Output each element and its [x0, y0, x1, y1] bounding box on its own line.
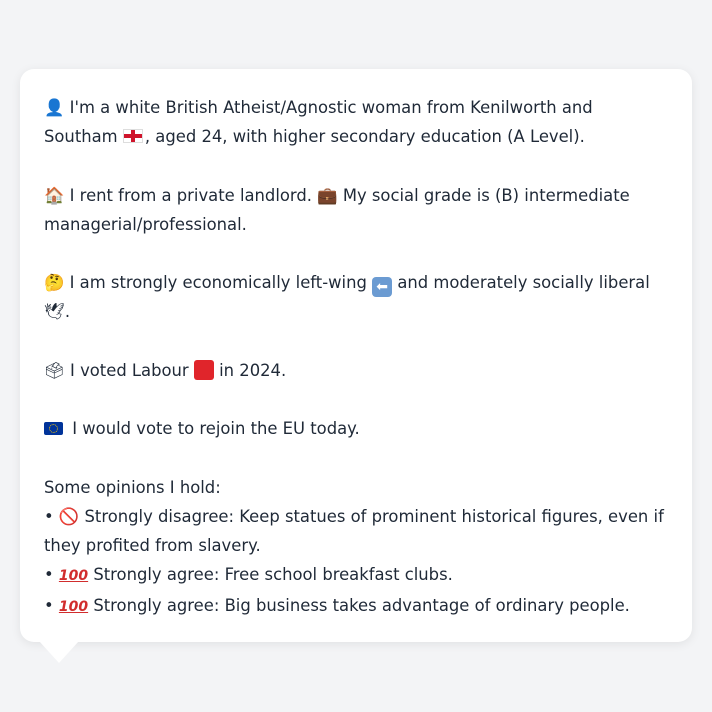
- dove-icon: 🕊: [44, 302, 65, 322]
- bullet: •: [44, 506, 54, 526]
- thinking-face-icon: 🤔: [44, 273, 65, 293]
- vote-year-text: in 2024.: [219, 360, 287, 380]
- bullet: •: [44, 596, 54, 616]
- england-flag-icon: [122, 129, 143, 144]
- left-arrow-icon: ⬅: [372, 277, 393, 298]
- eu-flag-icon: [44, 422, 63, 436]
- hundred-points-icon: 100: [58, 568, 89, 585]
- opinions-section: Some opinions I hold: • 🚫 Strongly disag…: [44, 473, 668, 623]
- politics-text: I am strongly economically left-wing: [69, 273, 367, 293]
- profile-message-bubble: 👤 I'm a white British Atheist/Agnostic w…: [20, 69, 692, 642]
- opinion-text: Strongly agree: Big business takes advan…: [93, 596, 630, 616]
- eu-paragraph: I would vote to rejoin the EU today.: [44, 414, 668, 443]
- housing-paragraph: 🏠 I rent from a private landlord. 💼 My s…: [44, 181, 668, 239]
- ballot-box-icon: 🗳: [44, 360, 65, 380]
- politics-text-cont: and moderately socially liberal: [397, 273, 650, 293]
- politics-paragraph: 🤔 I am strongly economically left-wing ⬅…: [44, 268, 668, 326]
- hundred-points-icon: 100: [58, 599, 89, 616]
- briefcase-icon: 💼: [317, 185, 338, 205]
- opinion-text: Strongly disagree: Keep statues of promi…: [44, 506, 664, 555]
- eu-text: I would vote to rejoin the EU today.: [72, 419, 360, 439]
- house-icon: 🏠: [44, 185, 65, 205]
- bubble-tail: [39, 641, 79, 663]
- opinion-text: Strongly agree: Free school breakfast cl…: [93, 565, 453, 585]
- bullet: •: [44, 565, 54, 585]
- politics-end: .: [64, 302, 71, 322]
- identity-paragraph: 👤 I'm a white British Atheist/Agnostic w…: [44, 93, 668, 151]
- red-square-icon: [193, 359, 214, 380]
- person-silhouette-icon: 👤: [44, 98, 65, 117]
- opinions-heading: Some opinions I hold:: [44, 477, 221, 497]
- opinion-list-item: • 100 Strongly agree: Free school breakf…: [44, 560, 668, 591]
- opinion-list-item: • 🚫 Strongly disagree: Keep statues of p…: [44, 502, 668, 560]
- vote-text: I voted Labour: [70, 360, 189, 380]
- vote-paragraph: 🗳 I voted Labour in 2024.: [44, 356, 668, 385]
- housing-text: I rent from a private landlord.: [69, 185, 312, 205]
- identity-text-cont: , aged 24, with higher secondary educati…: [144, 127, 585, 147]
- opinion-list-item: • 100 Strongly agree: Big business takes…: [44, 591, 668, 622]
- prohibited-icon: 🚫: [58, 506, 80, 526]
